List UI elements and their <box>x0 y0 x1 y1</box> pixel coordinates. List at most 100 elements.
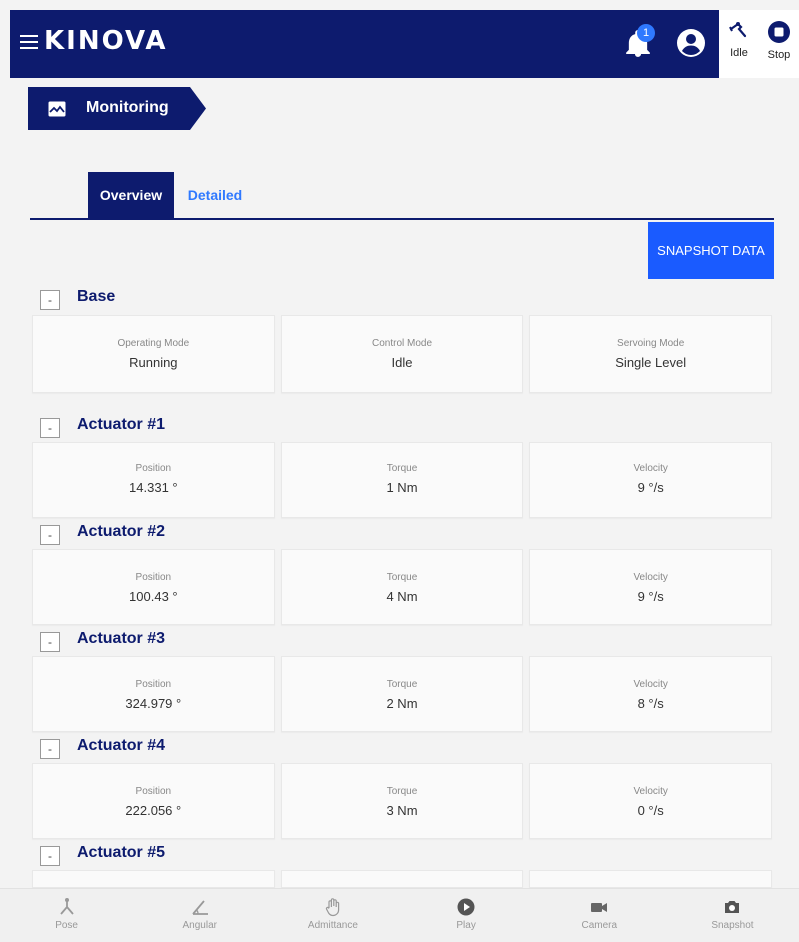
field-value: 324.979 ° <box>125 696 182 711</box>
field-label: Velocity <box>633 786 668 797</box>
stop-icon <box>768 21 790 43</box>
field-label: Torque <box>386 679 418 690</box>
nav-angular-label: Angular <box>182 920 217 931</box>
servoing-mode-card: Servoing Mode Single Level <box>529 315 773 393</box>
nav-camera[interactable]: Camera <box>533 889 666 942</box>
robot-control-panel: Idle Stop <box>719 10 799 78</box>
nav-snapshot[interactable]: Snapshot <box>666 889 799 942</box>
collapse-actuator-2-button[interactable]: - <box>40 525 60 545</box>
velocity-card: Velocity 9 °/s <box>529 549 773 625</box>
nav-snapshot-label: Snapshot <box>711 920 754 931</box>
robot-status[interactable]: Idle <box>719 20 759 59</box>
velocity-card: Velocity 9 °/s <box>529 442 773 518</box>
pose-icon <box>59 898 74 915</box>
field-value: 4 Nm <box>386 589 418 604</box>
notification-badge: 1 <box>637 24 655 42</box>
field-label: Position <box>135 463 172 474</box>
section-title-actuator-5: Actuator #5 <box>77 844 166 861</box>
breadcrumb: Monitoring <box>28 87 206 130</box>
field-label: Operating Mode <box>117 338 190 349</box>
robot-status-label: Idle <box>730 47 748 59</box>
monitoring-icon <box>48 101 66 117</box>
position-card: Position 222.056 ° <box>32 763 275 839</box>
kinova-logo: KINOVA <box>44 26 168 56</box>
tab-detailed[interactable]: Detailed <box>180 172 250 218</box>
field-value: 14.331 ° <box>129 480 178 495</box>
stop-label: Stop <box>767 49 791 61</box>
hand-icon <box>325 898 340 917</box>
user-account-button[interactable] <box>676 28 706 58</box>
velocity-card: Velocity 8 °/s <box>529 656 773 732</box>
field-label: Velocity <box>633 572 668 583</box>
field-value: 0 °/s <box>637 803 664 818</box>
torque-card: Torque 2 Nm <box>280 656 524 732</box>
field-label: Control Mode <box>371 338 433 349</box>
field-label: Torque <box>386 572 418 583</box>
field-value: 1 Nm <box>386 480 418 495</box>
velocity-card: Velocity 0 °/s <box>529 763 773 839</box>
nav-play-label: Play <box>456 920 476 931</box>
section-title-actuator-2: Actuator #2 <box>77 523 166 540</box>
account-icon <box>677 29 705 57</box>
collapse-actuator-5-button[interactable]: - <box>40 846 60 866</box>
torque-card <box>280 870 524 888</box>
position-card: Position 14.331 ° <box>32 442 275 518</box>
position-card: Position 324.979 ° <box>32 656 275 732</box>
field-value: 222.056 ° <box>125 803 182 818</box>
tab-bar: Overview Detailed <box>30 172 774 220</box>
actuator-1-card-row: Position 14.331 ° Torque 1 Nm Velocity 9… <box>32 442 773 518</box>
field-value: 9 °/s <box>637 480 664 495</box>
collapse-actuator-1-button[interactable]: - <box>40 418 60 438</box>
field-label: Position <box>135 786 172 797</box>
nav-admittance-label: Admittance <box>307 920 358 931</box>
collapse-actuator-4-button[interactable]: - <box>40 739 60 759</box>
field-value: 2 Nm <box>386 696 418 711</box>
field-value: 9 °/s <box>637 589 664 604</box>
field-label: Position <box>135 679 172 690</box>
control-mode-card: Control Mode Idle <box>280 315 524 393</box>
tab-overview[interactable]: Overview <box>88 172 174 218</box>
actuator-3-card-row: Position 324.979 ° Torque 2 Nm Velocity … <box>32 656 773 732</box>
page-title: Monitoring <box>86 99 169 116</box>
section-title-actuator-4: Actuator #4 <box>77 737 166 754</box>
field-label: Servoing Mode <box>617 338 685 349</box>
nav-pose-label: Pose <box>55 920 78 931</box>
actuator-2-card-row: Position 100.43 ° Torque 4 Nm Velocity 9… <box>32 549 773 625</box>
field-value: Running <box>129 355 178 370</box>
menu-icon[interactable] <box>20 35 38 49</box>
field-label: Velocity <box>633 679 668 690</box>
collapse-actuator-3-button[interactable]: - <box>40 632 60 652</box>
field-value: Idle <box>391 355 413 370</box>
collapse-base-button[interactable]: - <box>40 290 60 310</box>
base-card-row: Operating Mode Running Control Mode Idle… <box>32 315 773 393</box>
field-value: 8 °/s <box>637 696 664 711</box>
play-icon <box>457 898 475 916</box>
actuator-4-card-row: Position 222.056 ° Torque 3 Nm Velocity … <box>32 763 773 839</box>
position-card <box>32 870 275 888</box>
stop-button[interactable]: Stop <box>759 20 799 61</box>
field-value: Single Level <box>615 355 687 370</box>
torque-card: Torque 4 Nm <box>280 549 524 625</box>
field-label: Velocity <box>633 463 668 474</box>
nav-pose[interactable]: Pose <box>0 889 133 942</box>
nav-camera-label: Camera <box>581 920 618 931</box>
field-label: Torque <box>386 786 418 797</box>
field-label: Position <box>135 572 172 583</box>
field-value: 3 Nm <box>386 803 418 818</box>
section-title-actuator-1: Actuator #1 <box>77 416 166 433</box>
torque-card: Torque 3 Nm <box>280 763 524 839</box>
operating-mode-card: Operating Mode Running <box>32 315 275 393</box>
nav-angular[interactable]: Angular <box>133 889 266 942</box>
section-title-base: Base <box>77 288 116 305</box>
field-value: 100.43 ° <box>129 589 178 604</box>
actuator-5-card-row <box>32 870 773 888</box>
snapshot-data-button[interactable]: SNAPSHOT DATA <box>648 222 774 279</box>
notifications-button[interactable]: 1 <box>625 24 655 60</box>
nav-admittance[interactable]: Admittance <box>266 889 399 942</box>
angular-icon <box>192 900 208 915</box>
snapshot-icon <box>725 901 740 913</box>
nav-play[interactable]: Play <box>400 889 533 942</box>
bottom-navigation: Pose Angular Admittance Play Camera Snap… <box>0 888 799 942</box>
field-label: Torque <box>386 463 418 474</box>
robot-arm-icon <box>729 22 747 38</box>
